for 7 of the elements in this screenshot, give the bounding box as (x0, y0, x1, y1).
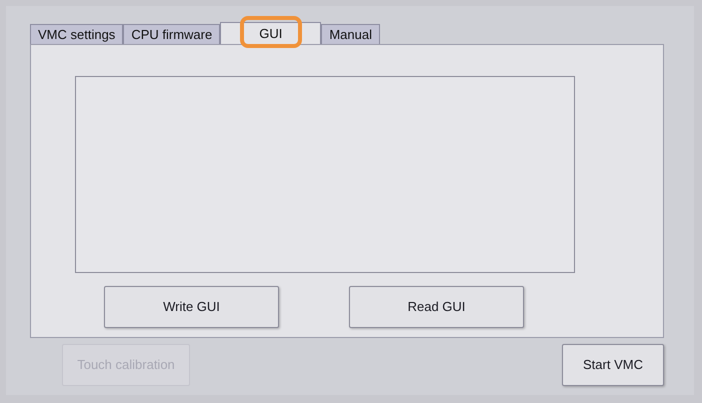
tab[interactable]: GUI (220, 22, 322, 44)
tab[interactable]: CPU firmware (123, 24, 220, 44)
action-button[interactable]: Start VMC (562, 344, 664, 386)
action-button[interactable]: Write GUI (104, 286, 279, 328)
tab[interactable]: VMC settings (30, 24, 124, 44)
action-button[interactable]: Read GUI (349, 286, 524, 328)
tab[interactable]: Manual (321, 24, 380, 44)
